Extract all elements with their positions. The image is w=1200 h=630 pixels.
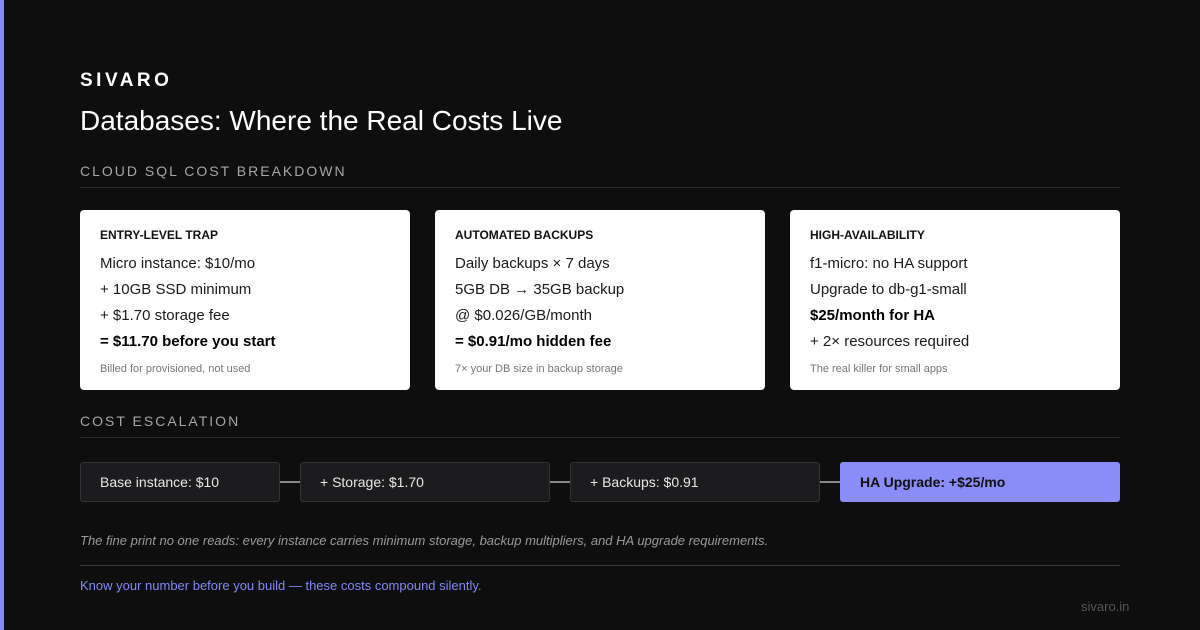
card-line: + $1.70 storage fee (100, 307, 230, 324)
card-total: = $11.70 before you start (100, 333, 276, 350)
escalation-step-ha-upgrade: HA Upgrade: +$25/mo (840, 462, 1120, 502)
divider (80, 187, 1120, 188)
card-line: Upgrade to db-g1-small (810, 281, 967, 298)
card-line: @ $0.026/GB/month (455, 307, 592, 324)
escalation-step-base: Base instance: $10 (80, 462, 280, 502)
divider (80, 437, 1120, 438)
card-line: f1-micro: no HA support (810, 255, 968, 272)
card-total: = $0.91/mo hidden fee (455, 333, 612, 350)
card-line: Daily backups × 7 days (455, 255, 610, 272)
escalation-step-storage: + Storage: $1.70 (300, 462, 550, 502)
page-title: Databases: Where the Real Costs Live (80, 105, 563, 136)
cost-card-entry-level: ENTRY-LEVEL TRAP Micro instance: $10/mo … (80, 210, 410, 390)
section-heading-escalation: COST ESCALATION (80, 413, 241, 429)
card-total: $25/month for HA (810, 307, 936, 324)
card-title: HIGH-AVAILABILITY (810, 228, 925, 242)
divider (80, 565, 1120, 566)
card-title: AUTOMATED BACKUPS (455, 228, 594, 242)
card-line: Micro instance: $10/mo (100, 255, 256, 272)
card-line: + 10GB SSD minimum (100, 281, 252, 298)
escalation-step-backups: + Backups: $0.91 (570, 462, 820, 502)
card-note: 7× your DB size in backup storage (455, 363, 623, 375)
card-title: ENTRY-LEVEL TRAP (100, 228, 219, 242)
card-note: The real killer for small apps (810, 363, 948, 375)
fine-print: The fine print no one reads: every insta… (80, 533, 769, 548)
cost-card-backups: AUTOMATED BACKUPS Daily backups × 7 days… (435, 210, 765, 390)
site-url: sivaro.in (1081, 599, 1130, 614)
card-note: Billed for provisioned, not used (100, 363, 251, 375)
footer-note: Know your number before you build — thes… (80, 578, 482, 593)
brand-logo: SIVARO (80, 70, 173, 91)
section-heading-breakdown: CLOUD SQL COST BREAKDOWN (80, 163, 347, 179)
accent-bar (0, 0, 4, 630)
card-line: + 2× resources required (810, 333, 970, 350)
cost-card-high-availability: HIGH-AVAILABILITY f1-micro: no HA suppor… (790, 210, 1120, 390)
card-line: 5GB DB → 35GB backup (455, 281, 625, 298)
